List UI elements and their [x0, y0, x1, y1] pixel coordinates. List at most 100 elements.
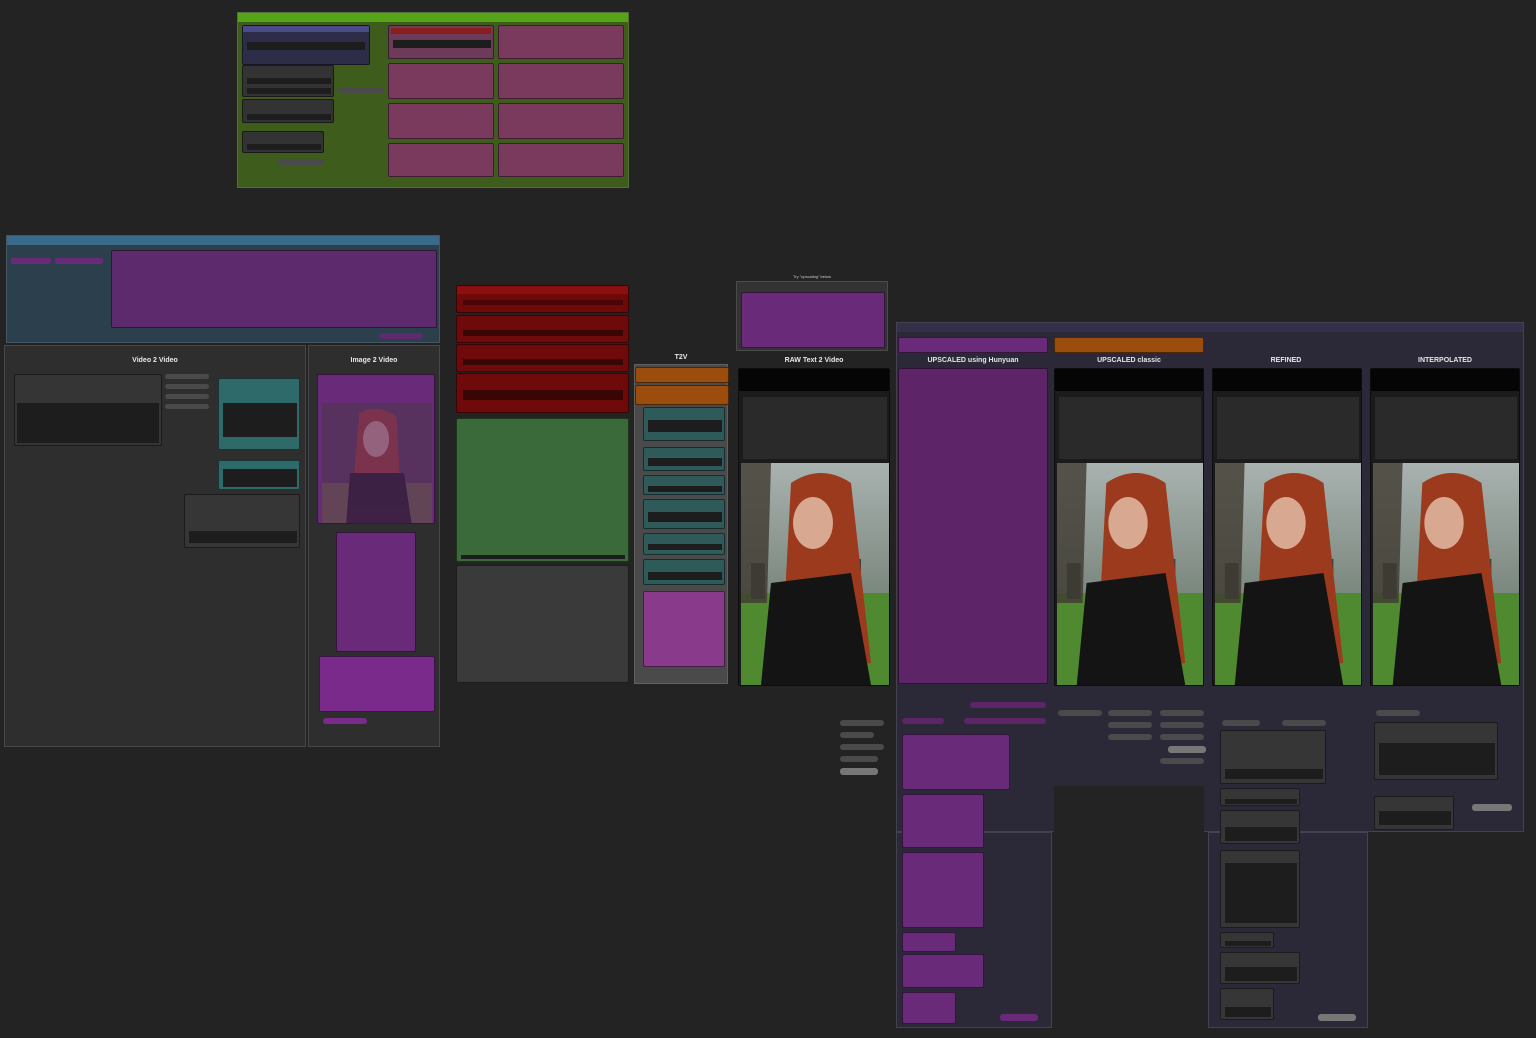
t2v-orange-node-2[interactable]	[635, 385, 729, 405]
classic-widget-2[interactable]	[1108, 710, 1152, 716]
classic-video-preview	[1057, 463, 1203, 685]
hunyuan-widget-3[interactable]	[964, 718, 1046, 724]
refined-node-d[interactable]	[1220, 850, 1300, 928]
upscaled-hunyuan-title: UPSCALED using Hunyuan	[927, 357, 1019, 364]
raw-widget-1[interactable]	[840, 720, 884, 726]
setup-note-4[interactable]	[498, 63, 624, 99]
hunyuan-main-node[interactable]	[898, 368, 1048, 684]
i2v-node-2[interactable]	[336, 532, 416, 652]
hunyuan-node-f[interactable]	[902, 992, 956, 1024]
refined-node-c[interactable]	[1220, 810, 1300, 844]
prompt-group-header[interactable]	[7, 236, 439, 245]
red-node-2[interactable]	[456, 315, 629, 343]
setup-note-2[interactable]	[498, 25, 624, 59]
raw-note-node[interactable]	[741, 292, 885, 348]
v2v-widget-3[interactable]	[165, 394, 209, 399]
raw-widget-4[interactable]	[840, 756, 878, 762]
classic-widget-8[interactable]	[1160, 758, 1204, 764]
setup-note-8[interactable]	[498, 143, 624, 177]
interpolated-widget-1[interactable]	[1376, 710, 1420, 716]
interpolated-video-node[interactable]	[1370, 368, 1520, 686]
raw-video-node[interactable]	[738, 368, 890, 686]
prompt-tag-2[interactable]	[55, 258, 103, 264]
setup-note-6[interactable]	[498, 103, 624, 139]
t2v-teal-4[interactable]	[643, 499, 725, 529]
classic-button[interactable]	[1168, 746, 1206, 753]
classic-widget-1[interactable]	[1058, 710, 1102, 716]
prompt-tag-1[interactable]	[11, 258, 51, 264]
clip-loader-node[interactable]	[242, 99, 334, 123]
i2v-load-image-node[interactable]	[317, 374, 435, 524]
classic-top-node[interactable]	[1054, 337, 1204, 353]
interpolated-node-a[interactable]	[1374, 722, 1498, 780]
model-loader-node[interactable]	[242, 25, 370, 65]
t2v-teal-6[interactable]	[643, 559, 725, 585]
classic-widget-6[interactable]	[1108, 734, 1152, 740]
raw-button[interactable]	[840, 768, 878, 775]
hunyuan-node-d[interactable]	[902, 932, 956, 952]
classic-video-node[interactable]	[1054, 368, 1204, 686]
hunyuan-node-e[interactable]	[902, 954, 984, 988]
setup-small-widget[interactable]	[278, 159, 324, 165]
refined-node-a[interactable]	[1220, 730, 1326, 784]
classic-widget-7[interactable]	[1160, 734, 1204, 740]
v2v-widget-2[interactable]	[165, 384, 209, 389]
v2v-teal-node-2[interactable]	[218, 460, 300, 490]
hunyuan-node-c[interactable]	[902, 852, 984, 928]
t2v-button[interactable]	[701, 673, 725, 679]
refined-widget-2[interactable]	[1282, 720, 1326, 726]
load-video-node[interactable]	[14, 374, 162, 446]
gray-node[interactable]	[456, 565, 629, 683]
hunyuan-widget-1[interactable]	[970, 702, 1046, 708]
hunyuan-node-b[interactable]	[902, 794, 984, 848]
lora-node[interactable]	[242, 131, 324, 153]
vae-loader-node[interactable]	[242, 65, 334, 97]
t2v-orange-node-1[interactable]	[635, 367, 729, 383]
refined-button[interactable]	[1318, 1014, 1356, 1021]
postprocess-header[interactable]	[897, 323, 1523, 332]
raw-note: Try "upscaling" below	[792, 274, 832, 279]
setup-group-header[interactable]	[238, 13, 628, 22]
refined-video-node[interactable]	[1212, 368, 1362, 686]
t2v-teal-2[interactable]	[643, 447, 725, 471]
red-node-3[interactable]	[456, 344, 629, 372]
refined-widget-1[interactable]	[1222, 720, 1260, 726]
prompt-text-node[interactable]	[111, 250, 437, 328]
v2v-widget-4[interactable]	[165, 404, 209, 409]
i2v-button[interactable]	[323, 718, 367, 724]
classic-widget-5[interactable]	[1160, 722, 1204, 728]
refined-node-e[interactable]	[1220, 932, 1274, 948]
t2v-group	[634, 364, 729, 684]
hunyuan-widget-2[interactable]	[902, 718, 944, 724]
classic-widget-3[interactable]	[1160, 710, 1204, 716]
setup-link-widget[interactable]	[338, 87, 384, 93]
prompt-button[interactable]	[379, 333, 423, 339]
interpolated-button[interactable]	[1472, 804, 1512, 811]
hunyuan-button[interactable]	[1000, 1014, 1038, 1021]
raw-widget-2[interactable]	[840, 732, 874, 738]
photo-preview-icon	[322, 403, 432, 523]
raw-widget-3[interactable]	[840, 744, 884, 750]
hunyuan-top-node[interactable]	[898, 337, 1048, 353]
refined-node-g[interactable]	[1220, 988, 1274, 1020]
v2v-teal-node-1[interactable]	[218, 378, 300, 450]
red-node-1[interactable]	[456, 285, 629, 313]
t2v-purple-node[interactable]	[643, 591, 725, 667]
refined-node-f[interactable]	[1220, 952, 1300, 984]
t2v-teal-5[interactable]	[643, 533, 725, 555]
v2v-widget-1[interactable]	[165, 374, 209, 379]
setup-note-3[interactable]	[388, 63, 494, 99]
interpolated-node-b[interactable]	[1374, 796, 1454, 830]
refined-node-b[interactable]	[1220, 788, 1300, 806]
classic-widget-4[interactable]	[1108, 722, 1152, 728]
t2v-teal-1[interactable]	[643, 407, 725, 441]
setup-note-7[interactable]	[388, 143, 494, 177]
red-node-4[interactable]	[456, 373, 629, 413]
hunyuan-node-a[interactable]	[902, 734, 1010, 790]
t2v-teal-3[interactable]	[643, 475, 725, 495]
setup-note-5[interactable]	[388, 103, 494, 139]
v2v-sampler-node[interactable]	[184, 494, 300, 548]
green-node[interactable]	[456, 418, 629, 562]
setup-note-1[interactable]	[388, 25, 494, 59]
i2v-node-3[interactable]	[319, 656, 435, 712]
